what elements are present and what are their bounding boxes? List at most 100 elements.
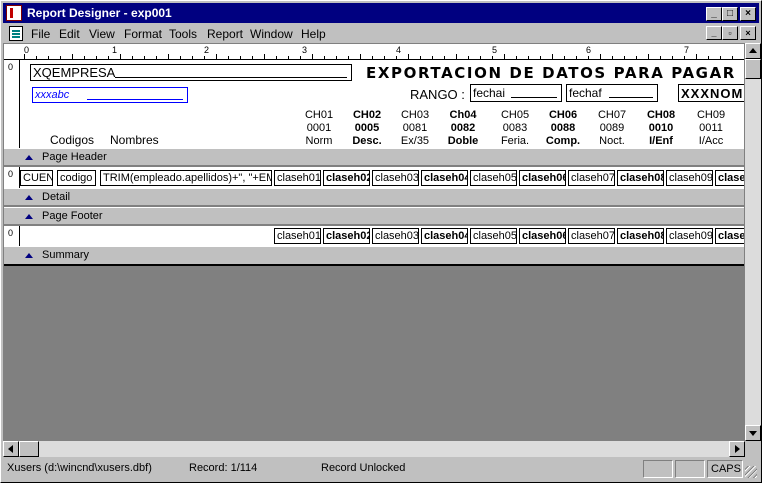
column-header-line2: 0083 <box>502 122 528 134</box>
ruler-tick <box>612 56 613 59</box>
clase-field[interactable]: claseh02 <box>323 170 370 186</box>
column-header[interactable]: CH05 0083 Feria. <box>492 109 538 148</box>
band-summary-label: Summary <box>42 249 90 261</box>
expr-field[interactable]: TRIM(empleado.apellidos)+", "+EMPI <box>100 170 272 186</box>
clase-field[interactable]: claseh08 <box>617 170 664 186</box>
close-button[interactable]: × <box>740 7 756 21</box>
ruler-tick <box>276 56 277 59</box>
column-header[interactable]: CH03 0081 Ex/35 <box>392 109 438 148</box>
vruler-num: 0 <box>8 228 14 238</box>
band-up-arrow-icon[interactable] <box>25 195 33 200</box>
vertical-scrollbar[interactable] <box>745 43 761 441</box>
band-up-arrow-icon[interactable] <box>25 253 33 258</box>
ruler-tick <box>144 56 145 59</box>
column-header-line2: 0011 <box>699 122 723 134</box>
band-up-arrow-icon[interactable] <box>25 214 33 219</box>
ruler-tick <box>480 56 481 59</box>
band-up-arrow-icon[interactable] <box>25 155 33 160</box>
clase-field[interactable]: claseh04 <box>421 228 468 244</box>
column-header[interactable]: CH02 0005 Desc. <box>344 109 390 148</box>
ruler-num-1: 1 <box>112 45 118 55</box>
clase-field[interactable]: clase <box>715 228 744 244</box>
ruler-tick <box>180 56 181 59</box>
band-page-header[interactable]: Page Header <box>4 148 744 166</box>
column-header[interactable]: CH09 0011 I/Acc <box>688 109 734 148</box>
clase-field[interactable]: claseh05 <box>470 170 517 186</box>
band-page-footer[interactable]: Page Footer <box>4 207 744 225</box>
column-header[interactable]: CH07 0089 Noct. <box>589 109 635 148</box>
clase-field[interactable]: claseh02 <box>323 228 370 244</box>
clase-field[interactable]: claseh04 <box>421 170 468 186</box>
scroll-left-button[interactable] <box>3 441 19 457</box>
column-header-line3: Desc. <box>352 135 382 147</box>
report-title[interactable]: EXPORTACION DE DATOS PARA PAGAR <box>366 64 736 82</box>
title-bar[interactable]: Report Designer - exp001 _ □ × <box>3 3 759 23</box>
doc-minimize-button[interactable]: _ <box>706 26 722 40</box>
clase-field[interactable]: claseh01 <box>274 170 321 186</box>
menu-edit[interactable]: Edit <box>59 27 80 41</box>
designer-canvas[interactable]: 0 1 2 3 4 5 6 7 0 XQEMPRESA EXPORTACION … <box>3 43 745 441</box>
clase-field[interactable]: claseh07 <box>568 228 615 244</box>
column-header[interactable]: CH08 0010 I/Enf <box>638 109 684 148</box>
ruler-tick <box>384 56 385 59</box>
doc-restore-button[interactable]: ▫ <box>722 26 738 40</box>
menu-file[interactable]: File <box>31 27 50 41</box>
clase-field[interactable]: claseh06 <box>519 228 566 244</box>
band-detail[interactable]: Detail <box>4 188 744 206</box>
clase-field[interactable]: claseh06 <box>519 170 566 186</box>
doc-close-button[interactable]: × <box>740 26 756 40</box>
menu-window[interactable]: Window <box>250 27 293 41</box>
clase-field[interactable]: claseh08 <box>617 228 664 244</box>
codigos-label[interactable]: Codigos <box>50 133 94 147</box>
resize-grip-icon[interactable] <box>745 466 757 478</box>
column-header-line2: 0088 <box>550 122 576 134</box>
band-summary[interactable]: Summary <box>4 246 744 266</box>
vertical-scroll-thumb[interactable] <box>745 59 761 79</box>
column-header[interactable]: Cl0(I/ <box>736 109 744 148</box>
xxxnom-field[interactable]: XXXNOM <box>678 84 744 102</box>
fechaf-field[interactable]: fechaf <box>566 84 658 102</box>
maximize-button[interactable]: □ <box>722 7 738 21</box>
page-header-area[interactable]: XQEMPRESA EXPORTACION DE DATOS PARA PAGA… <box>20 60 744 148</box>
ruler-tick <box>444 56 445 59</box>
menu-view[interactable]: View <box>89 27 115 41</box>
scroll-up-button[interactable] <box>745 43 761 59</box>
menu-help[interactable]: Help <box>301 27 326 41</box>
menu-format[interactable]: Format <box>124 27 162 41</box>
clase-field[interactable]: claseh01 <box>274 228 321 244</box>
scroll-down-button[interactable] <box>745 425 761 441</box>
column-header[interactable]: CH01 0001 Norm <box>296 109 342 148</box>
footer-area[interactable]: claseh01 claseh02 claseh03 claseh04 claseh05… <box>20 226 744 246</box>
document-icon[interactable] <box>9 26 23 41</box>
minimize-button[interactable]: _ <box>706 7 722 21</box>
subtitle-field[interactable]: xxxabc <box>32 87 188 103</box>
column-header[interactable]: Ch04 0082 Doble <box>440 109 486 148</box>
clase-field[interactable]: claseh07 <box>568 170 615 186</box>
column-header-line1: CH02 <box>352 109 382 121</box>
rango-label[interactable]: RANGO : <box>410 87 465 102</box>
detail-area[interactable]: CUEN codigo TRIM(empleado.apellidos)+", … <box>20 167 744 188</box>
menu-report[interactable]: Report <box>207 27 243 41</box>
company-field[interactable]: XQEMPRESA <box>30 64 352 81</box>
clase-field[interactable]: clase <box>715 170 744 186</box>
horizontal-scroll-thumb[interactable] <box>19 441 39 457</box>
column-header-line3: Norm <box>305 135 333 147</box>
cuen-field[interactable]: CUEN <box>20 170 53 186</box>
clase-field[interactable]: claseh09 <box>666 228 713 244</box>
menu-tools[interactable]: Tools <box>169 27 197 41</box>
clase-field[interactable]: claseh09 <box>666 170 713 186</box>
nombres-label[interactable]: Nombres <box>110 133 159 147</box>
fechai-field[interactable]: fechai <box>470 84 562 102</box>
column-header[interactable]: CH06 0088 Comp. <box>540 109 586 148</box>
horizontal-scrollbar[interactable] <box>3 441 745 457</box>
column-header-line1: CH03 <box>400 109 430 121</box>
codigo-field[interactable]: codigo <box>57 170 96 186</box>
ruler-tick <box>204 56 205 59</box>
app-icon[interactable] <box>6 5 22 21</box>
clase-field[interactable]: claseh05 <box>470 228 517 244</box>
scroll-right-button[interactable] <box>729 441 745 457</box>
ruler-tick <box>48 56 49 59</box>
clase-field[interactable]: claseh03 <box>372 170 419 186</box>
clase-field[interactable]: claseh03 <box>372 228 419 244</box>
status-pane-2 <box>675 460 705 478</box>
